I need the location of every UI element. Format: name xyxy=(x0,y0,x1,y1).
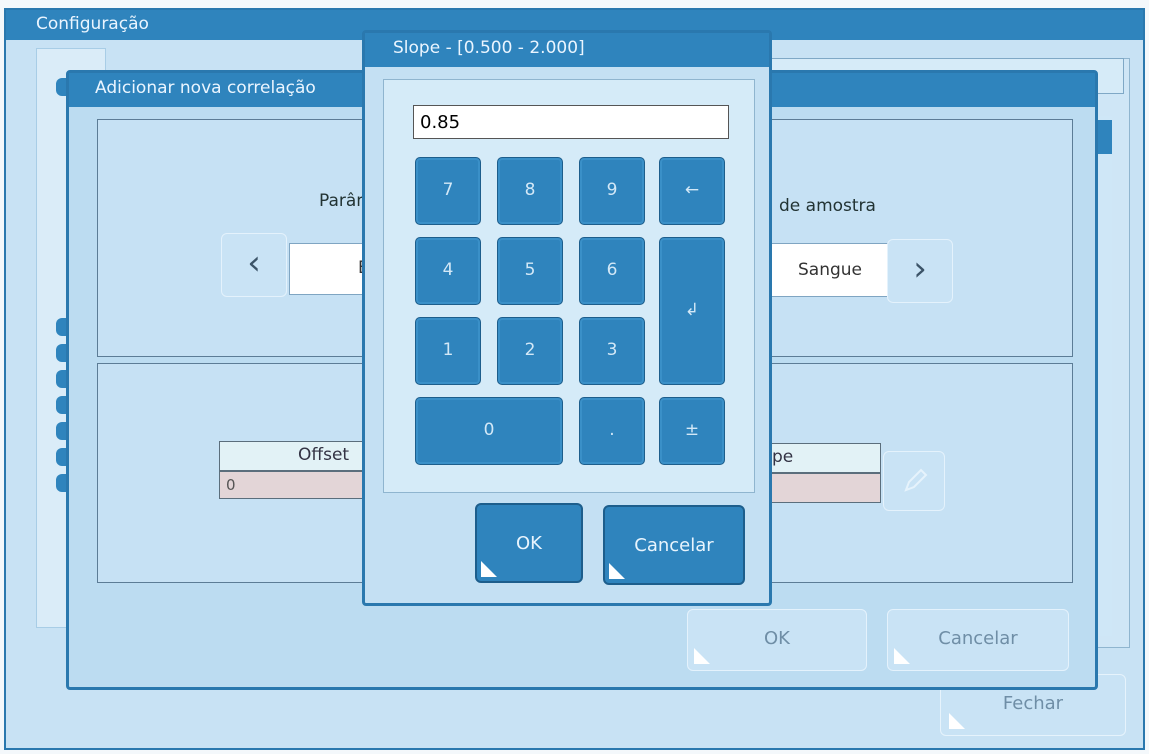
key-label: 5 xyxy=(524,260,536,280)
key-label: 4 xyxy=(442,260,454,280)
add-correlation-title: Adicionar nova correlação xyxy=(95,78,316,98)
key-9[interactable]: 9 xyxy=(579,157,645,225)
key-5[interactable]: 5 xyxy=(497,237,563,305)
key-6[interactable]: 6 xyxy=(579,237,645,305)
sample-type-label: de amostra xyxy=(779,196,876,216)
key-label: 7 xyxy=(442,180,454,200)
slope-dialog-title: Slope - [0.500 - 2.000] xyxy=(393,38,585,58)
slope-cell[interactable] xyxy=(763,473,881,503)
corner-icon xyxy=(609,563,625,579)
enter-icon: ↲ xyxy=(684,300,700,320)
plus-minus-icon: ± xyxy=(684,420,700,440)
key-label: 0 xyxy=(483,420,495,440)
offset-header-label: Offset xyxy=(298,445,350,465)
key-label: . xyxy=(609,420,615,440)
ok-button-label: OK xyxy=(764,628,790,649)
key-label: 6 xyxy=(606,260,618,280)
slope-ok-button[interactable]: OK xyxy=(475,503,583,583)
parameter-prev-button[interactable]: ‹ xyxy=(221,233,287,297)
sample-type-next-button[interactable]: › xyxy=(887,239,953,303)
offset-value: 0 xyxy=(226,476,236,494)
key-label: 1 xyxy=(442,340,454,360)
key-1[interactable]: 1 xyxy=(415,317,481,385)
corner-icon xyxy=(481,561,497,577)
sample-type-value: Sangue xyxy=(798,260,863,280)
key-label: 2 xyxy=(524,340,536,360)
corner-icon xyxy=(949,713,965,729)
ok-button[interactable]: OK xyxy=(687,609,867,671)
slope-dialog-titlebar: Slope - [0.500 - 2.000] xyxy=(365,33,769,67)
slope-ok-label: OK xyxy=(516,533,542,554)
slope-cancel-label: Cancelar xyxy=(634,535,714,556)
pencil-icon xyxy=(904,468,928,492)
cancel-button-label: Cancelar xyxy=(938,628,1018,649)
slope-column-header: pe xyxy=(763,443,881,473)
decimal-key[interactable]: . xyxy=(579,397,645,465)
sample-type-value-field: Sangue xyxy=(769,243,889,297)
key-label: 8 xyxy=(524,180,536,200)
edit-button[interactable] xyxy=(883,451,945,511)
key-4[interactable]: 4 xyxy=(415,237,481,305)
key-7[interactable]: 7 xyxy=(415,157,481,225)
key-3[interactable]: 3 xyxy=(579,317,645,385)
chevron-right-icon: › xyxy=(913,249,927,289)
configuration-title: Configuração xyxy=(36,14,149,34)
slope-input[interactable] xyxy=(413,105,729,139)
offset-cell[interactable]: 0 xyxy=(219,471,369,499)
chevron-left-icon: ‹ xyxy=(247,243,261,283)
enter-key[interactable]: ↲ xyxy=(659,237,725,385)
key-2[interactable]: 2 xyxy=(497,317,563,385)
key-label: 9 xyxy=(606,180,618,200)
backspace-icon: ← xyxy=(684,180,700,200)
cancel-button[interactable]: Cancelar xyxy=(887,609,1069,671)
key-label: 3 xyxy=(606,340,618,360)
offset-column-header: Offset xyxy=(219,441,369,471)
key-0[interactable]: 0 xyxy=(415,397,563,465)
close-button-label: Fechar xyxy=(1002,693,1064,714)
key-8[interactable]: 8 xyxy=(497,157,563,225)
plus-minus-key[interactable]: ± xyxy=(659,397,725,465)
corner-icon xyxy=(694,648,710,664)
slope-cancel-button[interactable]: Cancelar xyxy=(603,505,745,585)
slope-header-label: pe xyxy=(772,447,794,467)
slope-dialog: Slope - [0.500 - 2.000] 7 8 9 ← 4 5 6 ↲ … xyxy=(362,30,772,606)
corner-icon xyxy=(894,648,910,664)
backspace-key[interactable]: ← xyxy=(659,157,725,225)
